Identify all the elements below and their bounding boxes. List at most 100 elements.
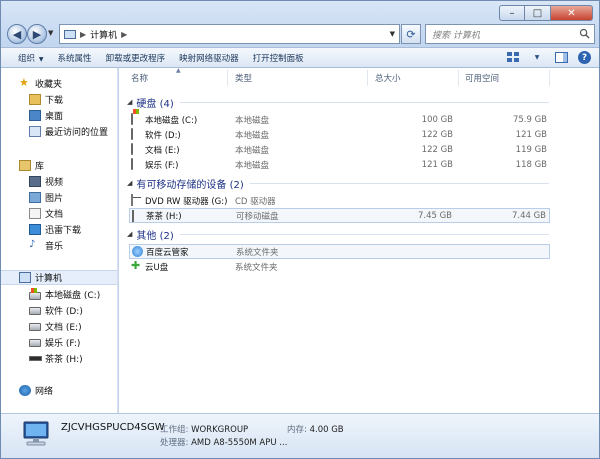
documents-icon xyxy=(29,208,41,219)
drive-type: 可移动磁盘 xyxy=(236,211,279,222)
minimize-button[interactable]: – xyxy=(499,5,525,21)
sidebar-item-documents[interactable]: 文档 xyxy=(29,206,117,221)
column-header-label: 名称 xyxy=(131,74,149,84)
back-button[interactable]: ◀ xyxy=(7,24,27,44)
drive-icon xyxy=(131,143,133,155)
drive-free-space: 7.44 GB xyxy=(511,210,546,221)
drive-type: 本地磁盘 xyxy=(235,115,270,126)
sidebar-item-recent-places[interactable]: 最近访问的位置 xyxy=(29,124,117,139)
column-header-name[interactable]: 名称 xyxy=(131,70,148,86)
search-icon[interactable] xyxy=(579,28,590,39)
sidebar-libraries[interactable]: 库 xyxy=(19,158,117,173)
sidebar-item-desktop[interactable]: 桌面 xyxy=(29,108,117,123)
group-header-other[interactable]: ◢ 其他 (2) xyxy=(127,227,549,242)
column-divider[interactable] xyxy=(549,70,550,86)
maximize-button[interactable]: □ xyxy=(525,5,551,21)
sidebar-computer[interactable]: 计算机 xyxy=(1,270,117,285)
drive-type: 本地磁盘 xyxy=(235,130,270,141)
recent-pages-dropdown[interactable]: ▼ xyxy=(48,29,53,37)
drive-free-space: 75.9 GB xyxy=(512,114,547,125)
drive-total-size: 121 GB xyxy=(421,159,453,170)
column-header-type[interactable]: 类型 xyxy=(235,70,252,86)
computer-icon xyxy=(19,272,31,283)
workgroup-field: 工作组: WORKGROUP xyxy=(160,423,248,435)
map-network-drive-button[interactable]: 映射网络驱动器 xyxy=(172,52,246,64)
group-divider xyxy=(179,101,549,103)
breadcrumb-chevron-icon[interactable]: ▶ xyxy=(121,30,127,39)
sidebar-item-label: 茶茶 (H:) xyxy=(45,355,83,365)
system-drive-icon xyxy=(29,288,41,300)
sidebar-item-label: 文档 (E:) xyxy=(45,323,82,333)
drive-free-space: 119 GB xyxy=(515,144,547,155)
drive-type: 本地磁盘 xyxy=(235,145,270,156)
collapse-triangle-icon[interactable]: ◢ xyxy=(127,230,132,238)
address-bar[interactable]: ▶ 计算机 ▶ ▼ xyxy=(59,24,400,44)
sidebar-item-drive-e[interactable]: 文档 (E:) xyxy=(29,319,117,334)
recent-places-icon xyxy=(29,126,41,137)
computer-icon xyxy=(23,421,49,446)
collapse-triangle-icon[interactable]: ◢ xyxy=(127,179,132,187)
downloads-folder-icon xyxy=(29,94,41,105)
preview-pane-icon[interactable] xyxy=(554,51,568,64)
pictures-icon xyxy=(29,192,41,203)
view-options-dropdown-icon[interactable]: ▼ xyxy=(530,51,544,64)
sidebar-item-downloads[interactable]: 下载 xyxy=(29,92,117,107)
drive-row-c[interactable]: 本地磁盘 (C:) 本地磁盘 100 GB 75.9 GB xyxy=(129,112,550,127)
sidebar-item-drive-h[interactable]: 茶茶 (H:) xyxy=(29,351,117,366)
sidebar-item-drive-d[interactable]: 软件 (D:) xyxy=(29,303,117,318)
group-divider xyxy=(249,182,549,184)
drive-row-h[interactable]: 茶茶 (H:) 可移动磁盘 7.45 GB 7.44 GB xyxy=(129,208,550,223)
forward-button[interactable]: ▶ xyxy=(27,24,47,44)
usb-drive-icon xyxy=(132,210,134,222)
sidebar-item-pictures[interactable]: 图片 xyxy=(29,190,117,205)
drive-row-g[interactable]: DVD RW 驱动器 (G:) CD 驱动器 xyxy=(129,193,550,208)
drive-row-f[interactable]: 娱乐 (F:) 本地磁盘 121 GB 118 GB xyxy=(129,157,550,172)
refresh-button[interactable]: ⟳ xyxy=(401,24,421,44)
drive-icon xyxy=(131,128,133,140)
breadcrumb-computer[interactable]: 计算机 xyxy=(90,28,117,41)
open-control-panel-button[interactable]: 打开控制面板 xyxy=(246,52,311,64)
group-header-removable[interactable]: ◢ 有可移动存储的设备 (2) xyxy=(127,176,549,191)
memory-label: 内存: xyxy=(287,425,307,435)
item-row-cloud-udisk[interactable]: ✚ 云U盘 系统文件夹 xyxy=(129,259,550,274)
search-input[interactable]: 搜索 计算机 xyxy=(425,24,595,44)
close-button[interactable]: ✕ xyxy=(551,5,593,21)
sidebar-item-label: 下载 xyxy=(45,96,64,106)
change-view-icon[interactable] xyxy=(506,51,520,64)
sidebar-item-music[interactable]: ♪ 音乐 xyxy=(29,238,117,253)
address-history-dropdown[interactable]: ▼ xyxy=(390,30,395,38)
system-drive-icon xyxy=(131,113,133,125)
breadcrumb-chevron-icon[interactable]: ▶ xyxy=(80,30,86,39)
group-header-hard-disks[interactable]: ◢ 硬盘 (4) xyxy=(127,95,549,110)
column-header-free-space[interactable]: 可用空间 xyxy=(465,70,499,86)
item-row-baidu-cloud[interactable]: 百度云管家 系统文件夹 xyxy=(129,244,550,259)
column-divider[interactable] xyxy=(367,70,368,86)
sidebar-network[interactable]: 网络 xyxy=(19,383,117,398)
videos-icon xyxy=(29,176,41,187)
system-properties-button[interactable]: 系统属性 xyxy=(51,52,99,64)
baidu-cloud-icon xyxy=(132,246,143,257)
arrow-right-icon: ▶ xyxy=(32,27,42,41)
sidebar-item-thunder-downloads[interactable]: 迅雷下载 xyxy=(29,222,117,237)
sidebar-item-label: 视频 xyxy=(45,178,64,188)
column-header-total-size[interactable]: 总大小 xyxy=(375,70,401,86)
library-icon xyxy=(19,160,31,171)
processor-label: 处理器: xyxy=(160,438,189,448)
uninstall-program-button[interactable]: 卸载或更改程序 xyxy=(99,52,173,64)
column-divider[interactable] xyxy=(458,70,459,86)
sidebar-item-videos[interactable]: 视频 xyxy=(29,174,117,189)
organize-menu[interactable]: 组织 ▼ xyxy=(11,52,51,64)
collapse-triangle-icon[interactable]: ◢ xyxy=(127,98,132,106)
sidebar-favorites[interactable]: ★ 收藏夹 xyxy=(19,76,117,91)
sidebar-item-drive-f[interactable]: 娱乐 (F:) xyxy=(29,335,117,350)
workgroup-label: 工作组: xyxy=(160,425,189,435)
help-icon[interactable]: ? xyxy=(578,51,591,64)
drive-name: 娱乐 (F:) xyxy=(145,160,179,171)
drive-name: 软件 (D:) xyxy=(145,130,181,141)
column-divider[interactable] xyxy=(227,70,228,86)
memory-field: 内存: 4.00 GB xyxy=(287,423,344,435)
drive-row-e[interactable]: 文档 (E:) 本地磁盘 122 GB 119 GB xyxy=(129,142,550,157)
sidebar-item-drive-c[interactable]: 本地磁盘 (C:) xyxy=(29,287,117,302)
details-pane: ZJCVHGSPUCD4SGW 工作组: WORKGROUP 内存: 4.00 … xyxy=(1,413,599,458)
drive-row-d[interactable]: 软件 (D:) 本地磁盘 122 GB 121 GB xyxy=(129,127,550,142)
